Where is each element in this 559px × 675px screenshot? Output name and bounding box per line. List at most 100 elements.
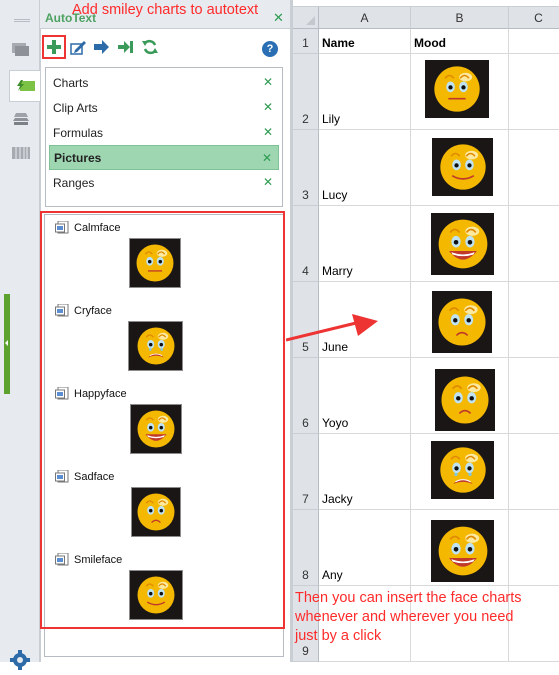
sidebar-tabstrip (0, 0, 41, 670)
cell-name[interactable]: Yoyo (319, 358, 411, 434)
happyface-picture[interactable] (431, 520, 494, 582)
cell-c1[interactable] (509, 29, 559, 54)
row-header[interactable]: 8 (293, 510, 319, 586)
smileface-thumbnail[interactable] (129, 570, 183, 620)
cryface-thumbnail[interactable] (128, 321, 183, 371)
edit-autotext-button[interactable] (68, 37, 88, 57)
collapse-pane-handle[interactable] (4, 294, 10, 394)
calm-face-icon (434, 66, 480, 112)
cell-name[interactable]: Marry (319, 206, 411, 282)
category-list: Charts ✕ Clip Arts ✕ Formulas ✕ Pictures ✕ R… (45, 67, 283, 207)
help-button[interactable]: ? (262, 41, 278, 57)
autotext-entry[interactable]: Calmface (55, 221, 275, 235)
row-header[interactable]: 1 (293, 29, 319, 54)
help-icon: ? (266, 43, 274, 55)
autotext-entry[interactable]: Smileface (55, 553, 275, 567)
happy-face-icon (137, 410, 175, 448)
add-autotext-button[interactable] (42, 35, 66, 59)
tab-autotext[interactable] (9, 70, 41, 102)
sadface-picture[interactable] (432, 291, 492, 353)
insert-end-button[interactable] (116, 37, 136, 57)
entry-label: Calmface (74, 222, 121, 234)
entry-label: Happyface (74, 388, 127, 400)
column-header-b[interactable]: B (411, 7, 509, 29)
sad-face-icon (441, 376, 489, 424)
edit-icon (70, 41, 86, 55)
smileface-picture[interactable] (432, 138, 493, 196)
picture-doc-icon (55, 553, 69, 566)
calm-face-icon (136, 244, 174, 282)
cell-c[interactable] (509, 54, 559, 130)
category-label: Pictures (54, 150, 102, 165)
row-header[interactable]: 6 (293, 358, 319, 434)
cell-b1[interactable]: Mood (411, 29, 509, 54)
delete-category-icon[interactable]: ✕ (262, 151, 272, 165)
calmface-thumbnail[interactable] (129, 238, 181, 288)
category-charts[interactable]: Charts ✕ (49, 70, 279, 95)
cell-c[interactable] (509, 434, 559, 510)
cell-name[interactable]: Lily (319, 54, 411, 130)
refresh-button[interactable] (140, 37, 160, 57)
category-formulas[interactable]: Formulas ✕ (49, 120, 279, 145)
cell-c[interactable] (509, 130, 559, 206)
sadface-thumbnail[interactable] (131, 487, 181, 537)
cell-name[interactable]: Jacky (319, 434, 411, 510)
category-label: Formulas (53, 125, 104, 140)
autotext-entry[interactable]: Sadface (55, 470, 275, 484)
pane-close-button[interactable]: ✕ (273, 10, 284, 26)
tab-resources[interactable] (8, 35, 34, 65)
smile-face-icon (439, 144, 486, 190)
annotation-arrow-icon (286, 314, 378, 342)
row-header[interactable]: 4 (293, 206, 319, 282)
autotext-entries: Calmface Cryface Happyface Sadface Smile… (44, 214, 284, 657)
arrow-to-end-icon (118, 41, 133, 53)
close-icon: ✕ (273, 10, 284, 25)
autotext-pane: AutoText ✕ ? Charts ✕ Clip Arts ✕ Formulas… (40, 0, 290, 662)
sad-face-icon (137, 493, 175, 531)
autotext-entry[interactable]: Cryface (55, 304, 275, 318)
cryface-picture[interactable] (431, 441, 494, 499)
row-header[interactable]: 3 (293, 130, 319, 206)
select-all-corner[interactable] (293, 7, 319, 29)
delete-category-icon[interactable]: ✕ (263, 175, 273, 189)
cry-face-icon (137, 327, 174, 365)
sadface-picture[interactable] (435, 369, 495, 431)
cell-c[interactable] (509, 358, 559, 434)
delete-category-icon[interactable]: ✕ (263, 100, 273, 114)
happyface-thumbnail[interactable] (130, 404, 182, 454)
category-clip-arts[interactable]: Clip Arts ✕ (49, 95, 279, 120)
columns-icon (12, 147, 30, 159)
insert-button[interactable] (92, 37, 112, 57)
happy-face-icon (438, 219, 487, 269)
picture-doc-icon (55, 304, 69, 317)
cell-a1[interactable]: Name (319, 29, 411, 54)
autotext-entry[interactable]: Happyface (55, 387, 275, 401)
tab-columns[interactable] (8, 138, 34, 168)
row-header[interactable]: 2 (293, 54, 319, 130)
cry-face-icon (439, 447, 486, 493)
column-header-c[interactable]: C (509, 7, 559, 29)
cell-name[interactable]: Any (319, 510, 411, 586)
row-header[interactable]: 7 (293, 434, 319, 510)
cell-c[interactable] (509, 206, 559, 282)
entry-label: Smileface (74, 554, 123, 566)
happyface-picture[interactable] (431, 213, 494, 275)
cell-c[interactable] (509, 510, 559, 586)
calmface-picture[interactable] (425, 60, 489, 118)
delete-category-icon[interactable]: ✕ (263, 125, 273, 139)
category-label: Clip Arts (53, 100, 98, 115)
column-header-a[interactable]: A (319, 7, 411, 29)
smile-face-icon (137, 576, 175, 614)
category-ranges[interactable]: Ranges ✕ (49, 170, 279, 195)
arrow-right-icon (94, 40, 109, 54)
settings-button[interactable] (10, 650, 30, 675)
cell-c[interactable] (509, 282, 559, 358)
annotation-insert-faces: Then you can insert the face charts when… (295, 590, 522, 644)
tab-layers[interactable] (8, 104, 34, 134)
autotext-toolbar (42, 35, 160, 59)
resources-icon (12, 43, 29, 56)
drag-grip[interactable] (14, 19, 30, 22)
cell-name[interactable]: Lucy (319, 130, 411, 206)
category-pictures[interactable]: Pictures ✕ (49, 145, 279, 170)
delete-category-icon[interactable]: ✕ (263, 75, 273, 89)
